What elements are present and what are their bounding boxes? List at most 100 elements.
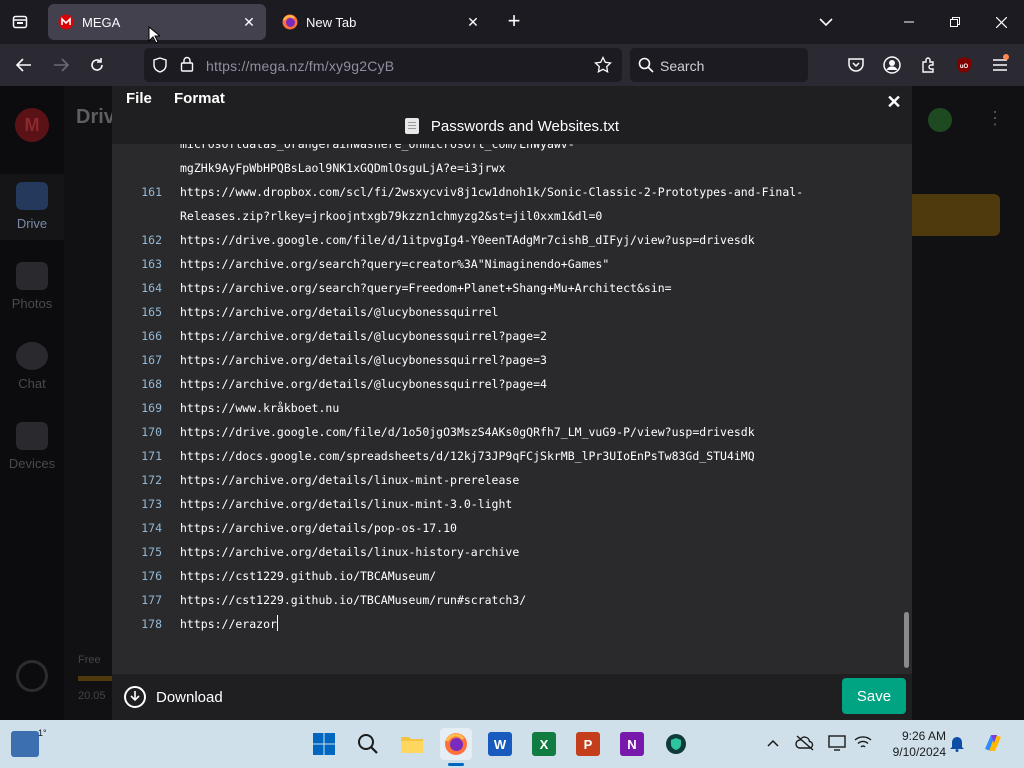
download-label: Download [156,688,223,706]
code-line: 170 https://drive.google.com/file/d/1o50j… [112,420,902,444]
photo-icon [16,262,48,290]
start-icon[interactable] [308,728,340,760]
browser-nav-bar: https://mega.nz/fm/xy9g2CyB Search uO [0,44,1024,86]
menu-file[interactable]: File [126,90,152,107]
close-icon[interactable]: ✕ [884,92,904,112]
search-icon[interactable] [352,728,384,760]
line-number: 165 [141,305,162,319]
storage-size: 20.05 [78,690,106,702]
onenote-icon[interactable]: N [616,728,648,760]
url-text: https://mega.nz/fm/xy9g2CyB [206,58,395,74]
extensions-icon[interactable] [915,52,941,78]
sync-icon[interactable] [16,660,48,692]
copilot-icon[interactable] [980,730,1006,756]
file-name: Passwords and Websites.txt [430,117,620,135]
notification-bell-icon[interactable] [946,732,968,754]
code-line: 167 https://archive.org/details/@lucybone… [112,348,902,372]
hamburger-menu-icon[interactable] [987,52,1013,78]
update-badge [1003,54,1009,60]
line-number: 176 [141,569,162,583]
close-tab-icon[interactable]: ✕ [238,11,260,33]
sidebar-item-label: Photos [11,296,53,311]
menu-format[interactable]: Format [174,90,225,107]
mega-logo-icon[interactable]: M [15,108,49,142]
powerpoint-icon[interactable]: P [572,728,604,760]
code-line: mgZHk9AyFpWbHPQBsLaol9NK1xGQDmlOsguLjA?e… [112,156,902,180]
sidebar-item-photos[interactable]: Photos [0,262,64,322]
sidebar-item-label: Devices [8,456,56,471]
more-options-icon[interactable]: ⋮ [986,108,1004,129]
firefox-taskbar-icon[interactable] [440,728,472,760]
line-number: 166 [141,329,162,343]
code-line: 176 https://cst1229.github.io/TBCAMuseum/ [112,564,902,588]
cloud-offline-icon[interactable] [794,732,816,754]
lock-icon[interactable] [180,56,194,77]
browser-tab-bar: MEGA ✕ New Tab ✕ + [0,0,1024,44]
minimize-icon[interactable] [886,0,932,44]
weather-widget[interactable] [8,728,42,760]
back-arrow-icon[interactable] [11,52,37,78]
ublock-origin-icon[interactable]: uO [951,52,977,78]
download-button[interactable]: Download [124,684,223,710]
network-icon[interactable] [852,732,874,754]
account-icon[interactable] [879,52,905,78]
chevron-down-icon[interactable] [814,10,838,34]
line-text: mgZHk9AyFpWbHPQBsLaol9NK1xGQDmlOsguLjA?e… [180,161,506,175]
windows-taskbar: 1° W X P N 9:26 AM 9/10/2024 [0,720,1024,768]
line-text: https://drive.google.com/file/d/1itpvgIg… [180,233,755,247]
bookmark-star-icon[interactable] [594,55,612,79]
url-bar[interactable]: https://mega.nz/fm/xy9g2CyB [144,48,622,82]
line-text: https://erazor [180,615,278,631]
tab-new-tab[interactable]: New Tab ✕ [272,4,490,40]
tab-title: MEGA [82,14,121,30]
file-explorer-icon[interactable] [396,728,428,760]
scrollbar[interactable] [902,144,912,674]
code-line: 173 https://archive.org/details/linux-min… [112,492,902,516]
system-clock[interactable]: 9:26 AM 9/10/2024 [872,728,946,760]
sidebar-item-devices[interactable]: Devices [0,422,64,482]
text-file-icon [404,118,419,134]
vpn-shield-icon[interactable] [660,728,692,760]
save-button[interactable]: Save [842,678,906,714]
chevron-up-icon[interactable] [762,732,784,754]
word-icon[interactable]: W [484,728,516,760]
code-line: 162 https://drive.google.com/file/d/1itpv… [112,228,902,252]
editor-menu-bar: File Format ✕ [112,86,912,112]
display-icon[interactable] [826,732,848,754]
line-number: 175 [141,545,162,559]
reload-icon[interactable] [84,52,110,78]
forward-arrow-icon[interactable] [48,52,74,78]
editor-text-area[interactable]: microsoftdatas_orangerainwashere_onmicro… [112,144,912,674]
avatar[interactable] [928,108,952,132]
search-bar[interactable]: Search [630,48,808,82]
line-text: https://archive.org/details/@lucybonessq… [180,353,547,367]
close-window-icon[interactable] [978,0,1024,44]
new-tab-plus-icon[interactable]: + [502,10,526,34]
excel-icon[interactable]: X [528,728,560,760]
tracking-shield-icon[interactable] [152,57,168,78]
restore-icon[interactable] [932,0,978,44]
code-line: 171 https://docs.google.com/spreadsheets/… [112,444,902,468]
line-number: 174 [141,521,162,535]
sidebar-item-drive[interactable]: Drive [0,174,64,240]
line-text: https://archive.org/details/@lucybonessq… [180,329,547,343]
pocket-icon[interactable] [843,52,869,78]
firefox-view-icon[interactable] [8,10,32,34]
code-line: 177 https://cst1229.github.io/TBCAMuseum/… [112,588,902,612]
line-text: https://www.kråkboet.nu [180,401,340,415]
sidebar-item-chat[interactable]: Chat [0,342,64,402]
line-number: 170 [141,425,162,439]
code-line: 174 https://archive.org/details/pop-os-17… [112,516,902,540]
code-line: 163 https://archive.org/search?query=crea… [112,252,902,276]
line-number: 163 [141,257,162,271]
text-caret [276,615,278,631]
scrollbar-thumb[interactable] [904,612,909,668]
svg-text:uO: uO [960,64,969,70]
line-text: https://www.dropbox.com/scl/fi/2wsxycviv… [180,185,804,199]
line-text: https://archive.org/details/linux-histor… [180,545,520,559]
sidebar-item-label: Drive [16,216,48,231]
close-tab-icon[interactable]: ✕ [462,11,484,33]
devices-icon [16,422,48,450]
line-number: 164 [141,281,162,295]
line-number: 162 [141,233,162,247]
